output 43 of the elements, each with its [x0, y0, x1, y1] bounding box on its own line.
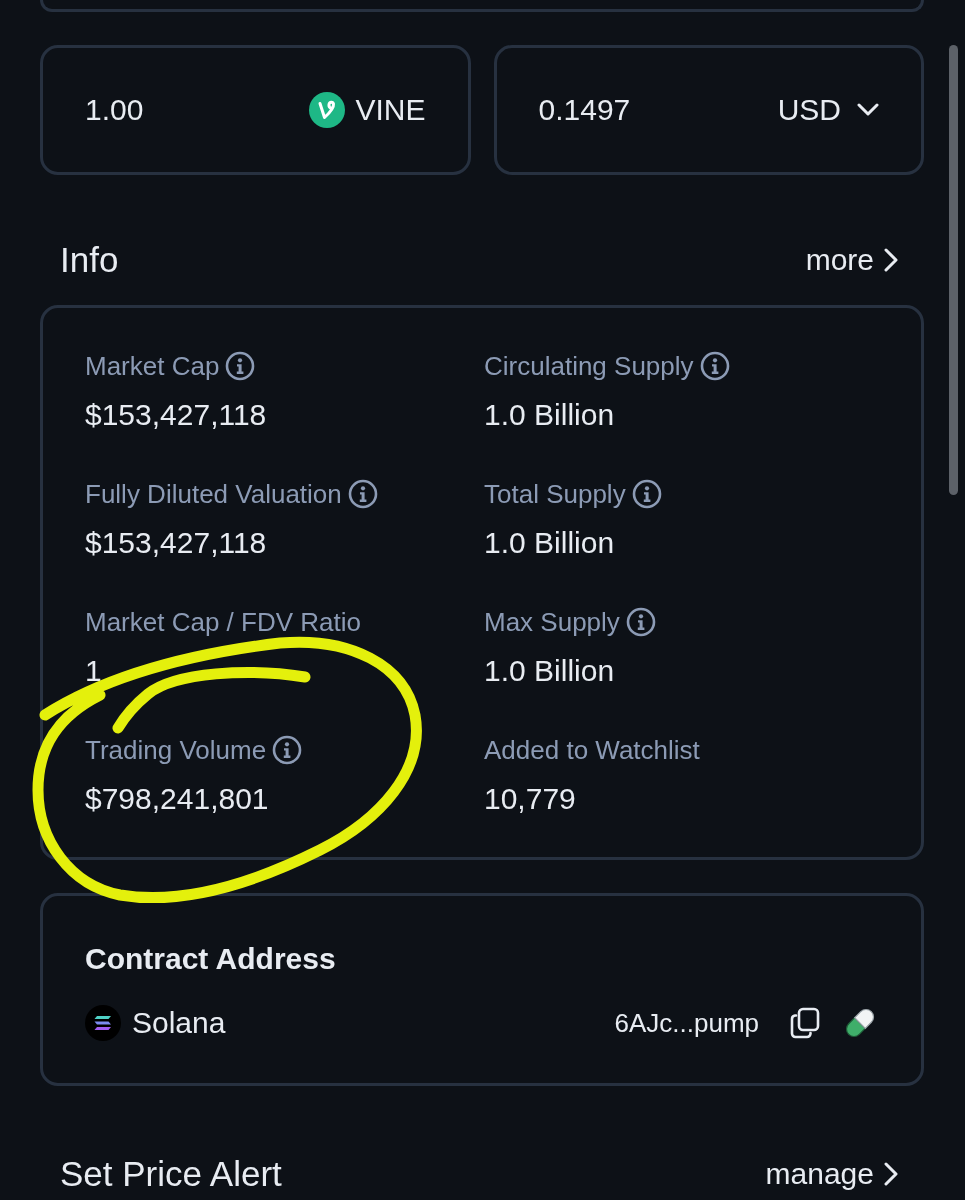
price-value: 0.1497: [538, 92, 631, 128]
info-icon[interactable]: [347, 479, 378, 509]
chain-logo-icon: [85, 1005, 121, 1041]
token-symbol: VINE: [355, 92, 426, 128]
stat-label: Added to Watchlist: [484, 734, 700, 766]
info-icon[interactable]: [272, 735, 303, 765]
stat-value: 1.0 Billion: [484, 397, 615, 433]
stat-label: Fully Diluted Valuation: [85, 478, 342, 510]
token-icon: [309, 92, 346, 128]
section-title: Info: [60, 239, 119, 281]
info-icon[interactable]: [631, 479, 662, 509]
amount-field[interactable]: 1.00 VINE: [40, 45, 471, 175]
copy-icon: [789, 1007, 821, 1039]
chevron-right-icon: [884, 1162, 898, 1186]
chain-name: Solana: [132, 1005, 226, 1041]
section-title: Set Price Alert: [60, 1153, 282, 1195]
stat-label: Circulating Supply: [484, 350, 694, 382]
card-title: Contract Address: [85, 941, 336, 977]
copy-button[interactable]: [789, 1007, 821, 1039]
manage-link[interactable]: manage: [765, 1156, 898, 1192]
stat-label: Total Supply: [484, 478, 626, 510]
info-icon[interactable]: [625, 607, 656, 637]
stat-value: $153,427,118: [85, 525, 267, 561]
stat-value: 10,779: [484, 781, 576, 817]
info-icon[interactable]: [225, 351, 256, 381]
chevron-right-icon: [884, 248, 898, 272]
stat-value: 1: [85, 653, 102, 689]
amount-value: 1.00: [85, 92, 144, 128]
more-link[interactable]: more: [805, 242, 898, 278]
stat-label: Max Supply: [484, 606, 620, 638]
stat-value: 1.0 Billion: [484, 525, 615, 561]
scrollbar[interactable]: [949, 45, 958, 495]
stat-label: Trading Volume: [85, 734, 267, 766]
stat-value: $153,427,118: [85, 397, 267, 433]
stat-value: $798,241,801: [85, 781, 269, 817]
contract-address: 6AJc...pump: [614, 1007, 759, 1039]
info-icon[interactable]: [699, 351, 730, 381]
price-field[interactable]: 0.1497 USD: [493, 45, 924, 175]
chevron-down-icon: [857, 103, 879, 117]
stat-value: 1.0 Billion: [484, 653, 615, 689]
stat-label: Market Cap / FDV Ratio: [85, 606, 361, 638]
currency-dropdown[interactable]: USD: [777, 92, 879, 128]
stat-label: Market Cap: [85, 350, 220, 382]
